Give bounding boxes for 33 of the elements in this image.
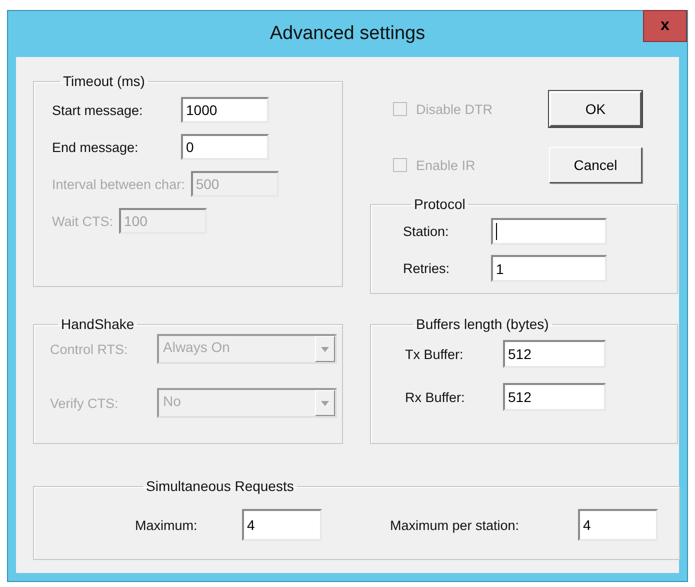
text-field[interactable]: 4 <box>578 509 658 541</box>
cancel-button[interactable]: Cancel <box>549 147 642 183</box>
text-field[interactable]: 0 <box>181 134 269 160</box>
group-title: HandShake <box>60 316 136 332</box>
close-button[interactable]: x <box>643 10 687 42</box>
checkbox-label: Disable DTR <box>416 102 494 116</box>
group-title: Buffers length (bytes) <box>415 316 550 332</box>
text-field[interactable]: 512 <box>503 340 606 368</box>
group-title: Protocol <box>413 196 466 212</box>
field-label: Start message: <box>52 102 144 118</box>
field-label: Maximum per station: <box>390 518 520 532</box>
text-field[interactable]: 1 <box>491 255 607 282</box>
field-label: Maximum: <box>135 518 198 532</box>
field-label: Wait CTS: <box>52 214 114 228</box>
field-label: Retries: <box>403 261 451 276</box>
caret-icon <box>321 400 329 406</box>
field-label: Verify CTS: <box>50 396 120 410</box>
checkbox-label: Enable IR <box>416 158 476 172</box>
group-title: Simultaneous Requests <box>145 478 295 494</box>
field-label: Station: <box>403 224 450 239</box>
caret-icon <box>321 346 329 352</box>
window-title: Advanced settings <box>270 23 426 45</box>
field-label: Control RTS: <box>50 342 129 356</box>
text-field[interactable] <box>491 218 607 245</box>
ok-button[interactable]: OK <box>549 91 642 127</box>
field-label: Interval between char: <box>52 176 186 192</box>
field-label: End message: <box>52 140 140 154</box>
group-title: Timeout (ms) <box>62 73 146 89</box>
text-field[interactable]: 4 <box>242 509 322 541</box>
field-label: Tx Buffer: <box>405 346 464 362</box>
field-label: Rx Buffer: <box>405 390 466 404</box>
text-field[interactable]: 1000 <box>181 97 269 123</box>
text-field[interactable]: 512 <box>503 383 606 411</box>
